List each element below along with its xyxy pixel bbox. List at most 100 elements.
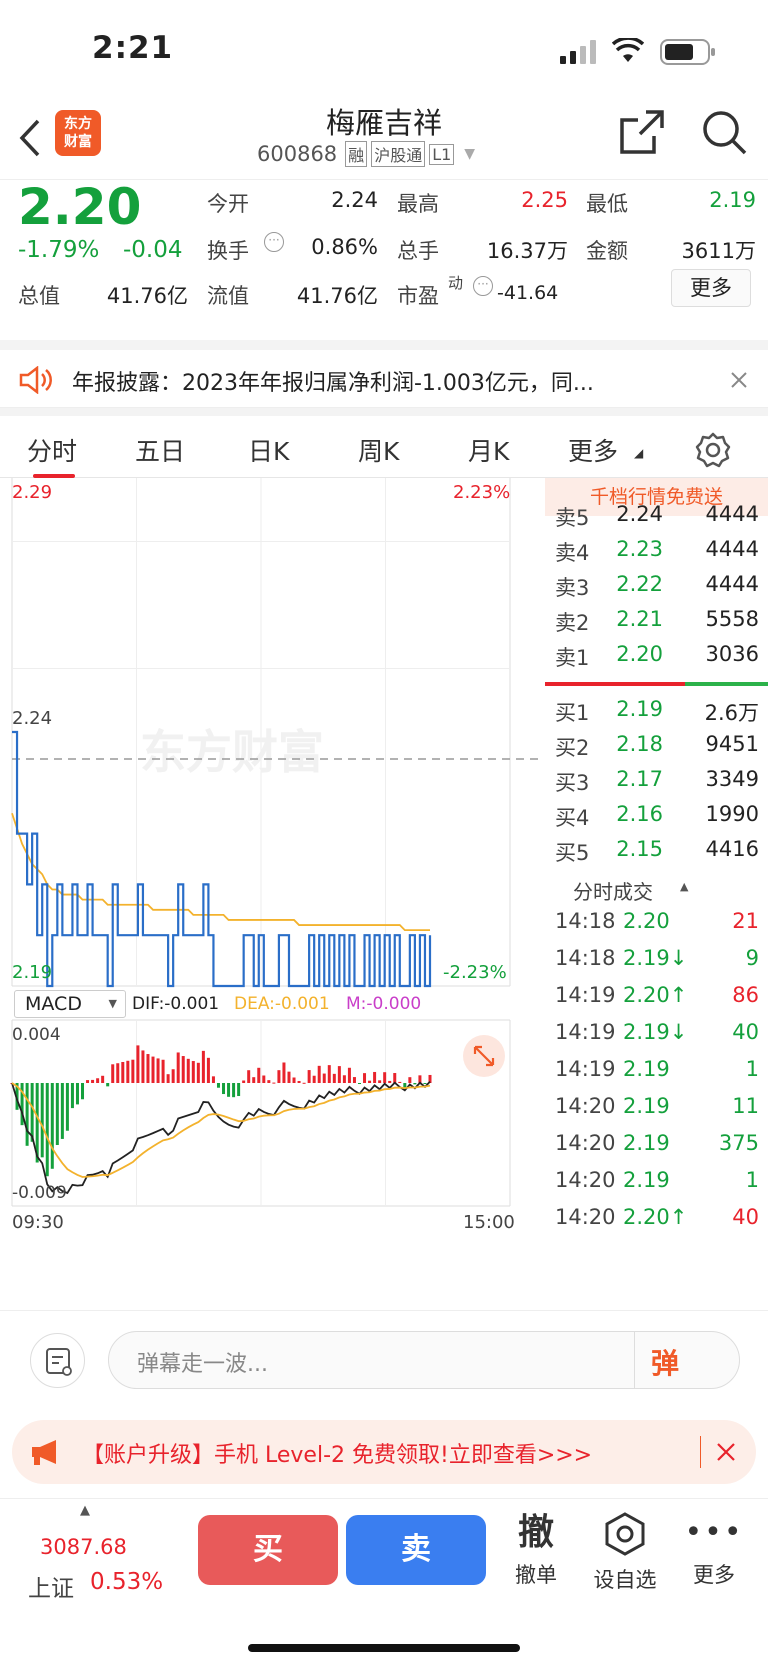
macd-bar <box>257 1067 261 1083</box>
macd-bar <box>368 1080 372 1083</box>
macd-bar <box>60 1083 64 1139</box>
high-label: 最高 <box>397 192 439 216</box>
trade-price: 2.20↑ <box>623 983 688 1007</box>
macd-bar <box>302 1082 306 1084</box>
amount-value: 3611万 <box>681 239 756 263</box>
macd-bar <box>297 1080 301 1083</box>
more-menu-button[interactable]: ••• 更多 <box>684 1511 744 1589</box>
ask-label: 卖5 <box>555 506 590 530</box>
y-max-label: 2.29 <box>12 482 53 503</box>
y-min-label: 2.19 <box>12 962 53 983</box>
macd-bar <box>272 1082 276 1084</box>
ask-strength-bar <box>545 682 685 686</box>
speaker-icon <box>19 366 52 394</box>
macd-bar <box>342 1075 346 1083</box>
trade-price: 2.19 <box>623 1168 670 1192</box>
ask-row[interactable]: 卖1 2.20 3036 <box>545 638 768 674</box>
index-value[interactable]: 3087.68 <box>40 1535 127 1559</box>
note-button[interactable] <box>30 1333 85 1388</box>
buy-button[interactable]: 买 <box>198 1515 338 1585</box>
macd-bar <box>186 1058 190 1083</box>
ask-volume: 4444 <box>705 537 759 561</box>
hexagon-icon <box>605 1512 645 1556</box>
more-button[interactable]: 更多 <box>671 269 751 307</box>
bid-row[interactable]: 买2 2.18 9451 <box>545 728 768 764</box>
search-icon[interactable] <box>700 108 748 156</box>
news-bar[interactable]: 年报披露：2023年年报归属净利润-1.003亿元，同... <box>0 340 768 408</box>
sell-button[interactable]: 卖 <box>346 1515 486 1585</box>
stock-code-row[interactable]: 600868 融 沪股通 L1 ▼ <box>257 140 475 168</box>
bid-volume: 9451 <box>705 732 759 756</box>
bid-price: 2.17 <box>616 767 663 791</box>
news-text: 年报披露：2023年年报归属净利润-1.003亿元，同... <box>72 371 594 396</box>
tab-weekly[interactable]: 周K <box>358 432 399 468</box>
ask-price: 2.20 <box>616 642 663 666</box>
danmaku-toggle[interactable]: 弹 <box>651 1342 679 1382</box>
gear-icon[interactable] <box>695 432 731 468</box>
close-icon[interactable] <box>716 1442 736 1462</box>
low-label: 最低 <box>586 192 628 216</box>
divider <box>634 1332 635 1388</box>
macd-min-label: -0.009 <box>12 1183 67 1203</box>
macd-bar <box>403 1083 407 1088</box>
bid-label: 买1 <box>555 701 590 725</box>
trade-volume: 375 <box>718 1131 759 1155</box>
turnover-label: 换手 <box>207 239 249 263</box>
trade-row: 14:20 2.19 1 <box>545 1164 768 1200</box>
back-icon[interactable] <box>18 118 42 158</box>
cancel-label: 撤单 <box>515 1563 557 1587</box>
ask-row[interactable]: 卖4 2.23 4444 <box>545 533 768 569</box>
status-bar: 2:21 <box>0 0 768 100</box>
macd-bar <box>312 1075 316 1083</box>
tab-more[interactable]: 更多 <box>568 432 618 468</box>
bid-row[interactable]: 买3 2.17 3349 <box>545 763 768 799</box>
bid-row[interactable]: 买5 2.15 4416 <box>545 833 768 869</box>
ask-row[interactable]: 卖2 2.21 5558 <box>545 603 768 639</box>
expand-button[interactable] <box>463 1035 505 1077</box>
add-favorite-button[interactable]: 设自选 <box>585 1511 665 1594</box>
bid-row[interactable]: 买1 2.19 2.6万 <box>545 693 768 729</box>
volume-label: 总手 <box>397 239 439 263</box>
macd-bar <box>322 1073 326 1083</box>
trade-time: 14:18 <box>555 909 616 933</box>
macd-bar <box>166 1074 170 1083</box>
cancel-order-button[interactable]: 撤 撤单 <box>502 1511 570 1589</box>
tab-5day[interactable]: 五日 <box>135 432 185 468</box>
macd-bar <box>91 1079 95 1083</box>
index-pct: 0.53% <box>90 1569 164 1595</box>
ask-label: 卖3 <box>555 576 590 600</box>
open-value: 2.24 <box>331 188 378 212</box>
macd-bar <box>211 1076 215 1083</box>
stock-name: 梅雁吉祥 <box>325 106 442 140</box>
share-icon[interactable] <box>618 108 666 156</box>
macd-bar <box>55 1083 59 1146</box>
index-name: 上证 <box>28 1576 74 1602</box>
bid-row[interactable]: 买4 2.16 1990 <box>545 798 768 834</box>
tab-daily[interactable]: 日K <box>248 432 289 468</box>
macd-bar <box>347 1067 351 1083</box>
close-icon[interactable] <box>730 371 748 389</box>
pe-info-icon[interactable]: ··· <box>473 276 493 296</box>
macd-bar <box>363 1073 367 1083</box>
danmaku-input[interactable]: 弹幕走一波... 弹 <box>108 1331 740 1389</box>
trade-volume: 1 <box>745 1057 759 1081</box>
macd-bar <box>232 1083 236 1098</box>
trade-row: 14:20 2.20↑ 40 <box>545 1201 768 1237</box>
macd-bar <box>317 1065 321 1083</box>
trade-volume: 11 <box>732 1094 759 1118</box>
promo-banner[interactable]: 【账户升级】手机 Level-2 免费领取!立即查看>>> <box>12 1420 756 1484</box>
tab-intraday[interactable]: 分时 <box>27 432 77 468</box>
tab-monthly[interactable]: 月K <box>468 432 509 468</box>
bid-strength-bar <box>685 682 768 686</box>
ask-row[interactable]: 卖3 2.22 4444 <box>545 568 768 604</box>
intraday-chart[interactable]: 东方财富 2.29 2.24 2.19 2.23% -2.23% MACD ▼ … <box>0 478 545 1308</box>
macd-select[interactable]: MACD ▼ <box>14 990 126 1018</box>
trade-row: 14:19 2.20↑ 86 <box>545 979 768 1015</box>
time-end-label: 15:00 <box>463 1212 515 1233</box>
caret-icon: ◢ <box>634 446 644 460</box>
dif-line <box>11 1080 431 1195</box>
ask-price: 2.23 <box>616 537 663 561</box>
ask-row[interactable]: 卖5 2.24 4444 <box>545 498 768 534</box>
watermark: 东方财富 <box>140 725 324 779</box>
macd-bar <box>332 1073 336 1083</box>
